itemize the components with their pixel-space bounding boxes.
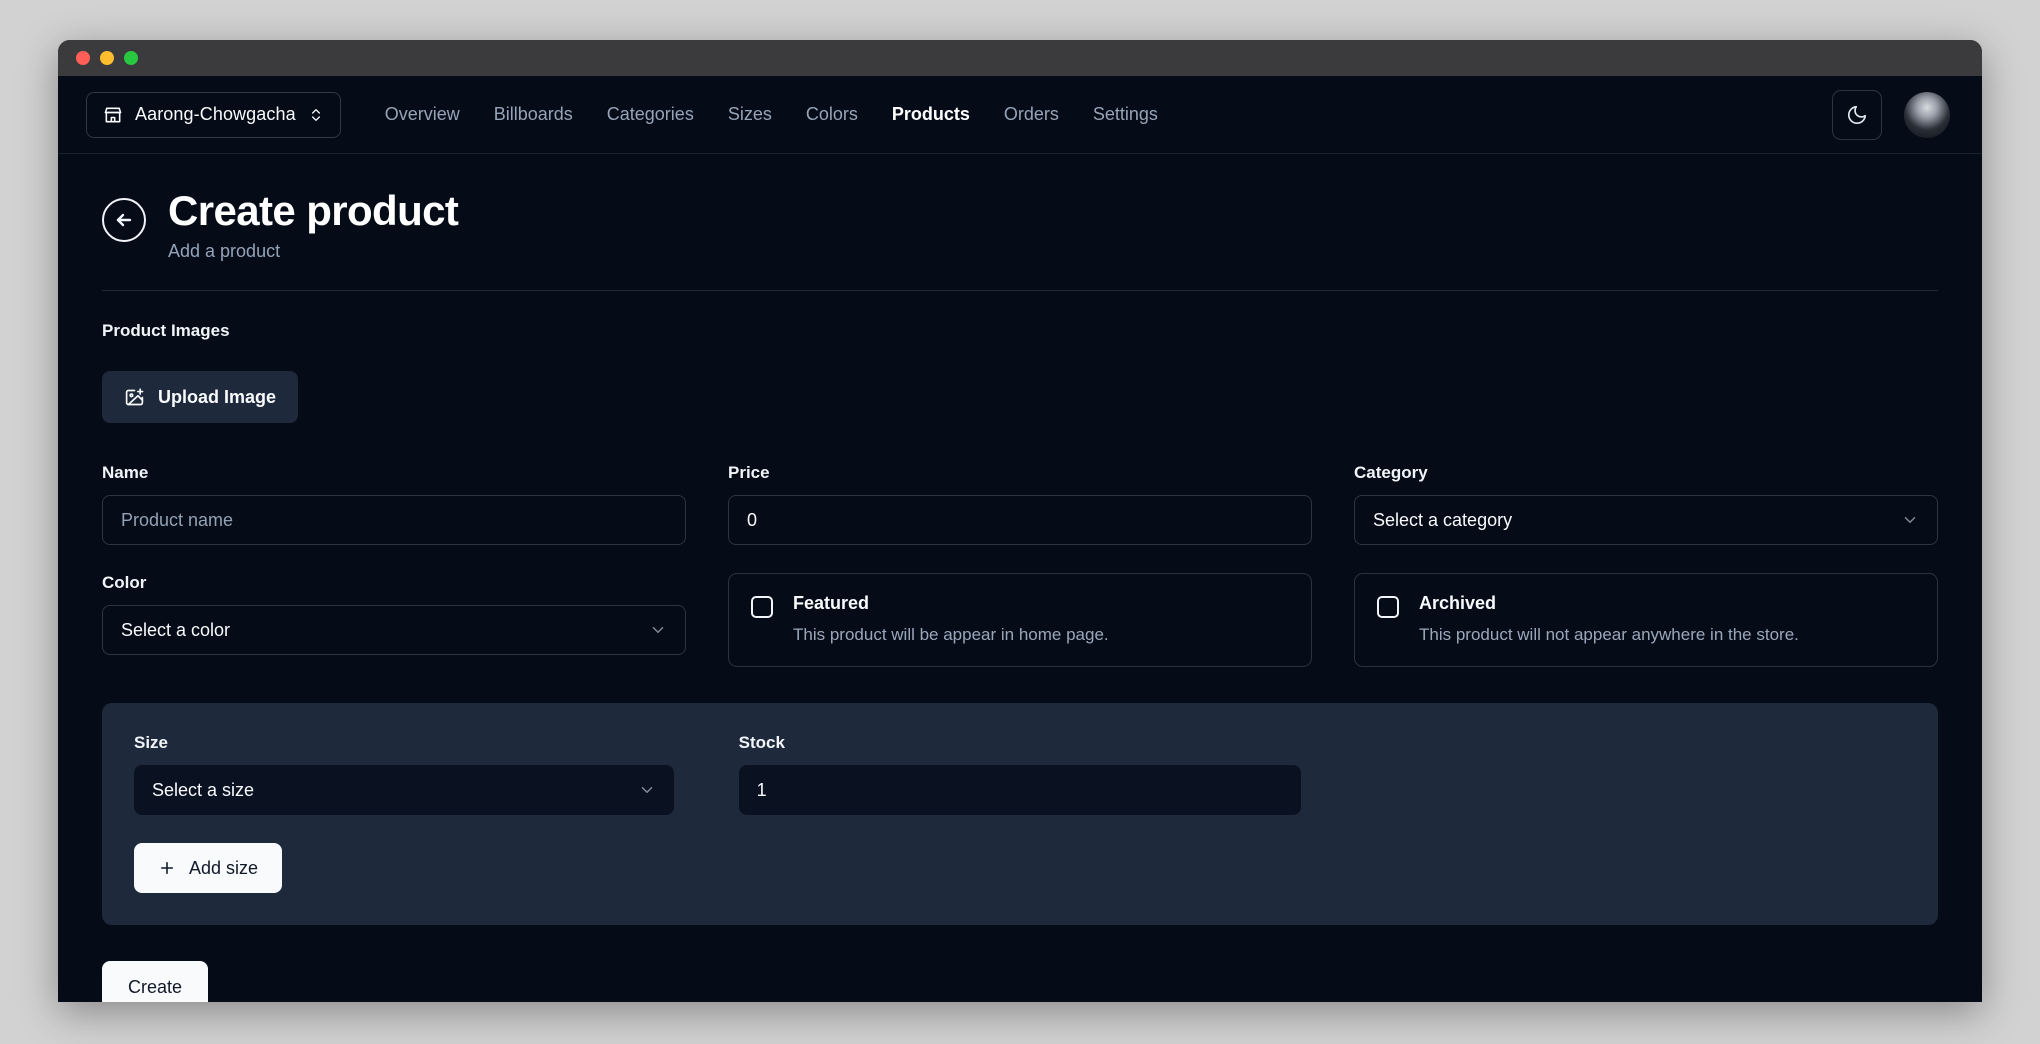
archived-title: Archived [1419, 593, 1497, 614]
window-minimize-button[interactable] [100, 51, 114, 65]
stock-label: Stock [738, 733, 785, 753]
back-button[interactable] [102, 198, 146, 242]
featured-description: This product will be appear in home page… [793, 625, 1109, 645]
size-label: Size [134, 733, 169, 753]
upload-image-label: Upload Image [158, 386, 277, 407]
featured-checkbox-card[interactable]: Featured This product will be appear in … [728, 573, 1312, 668]
page-title: Create product [168, 187, 459, 234]
page-header: Create product Add a product [102, 187, 1938, 292]
add-size-button[interactable]: Add size [134, 843, 283, 894]
nav-link-settings[interactable]: Settings [1093, 104, 1158, 125]
name-input[interactable] [102, 495, 686, 546]
window-zoom-button[interactable] [124, 51, 138, 65]
create-button[interactable]: Create [102, 961, 209, 1002]
field-name: Name [102, 463, 686, 546]
field-size: Size Select a size [134, 733, 697, 816]
nav-link-overview[interactable]: Overview [385, 104, 460, 125]
upload-image-button[interactable]: Upload Image [102, 371, 299, 424]
chevrons-up-down-icon [308, 107, 324, 123]
size-selected-value: Select a size [152, 779, 255, 800]
nav-link-categories[interactable]: Categories [607, 104, 694, 125]
store-icon [103, 105, 123, 125]
theme-toggle-button[interactable] [1832, 89, 1882, 140]
add-size-label: Add size [189, 857, 259, 878]
size-select[interactable]: Select a size [134, 765, 675, 816]
main-nav-links: Overview Billboards Categories Sizes Col… [385, 104, 1158, 125]
price-label: Price [728, 463, 770, 483]
nav-link-orders[interactable]: Orders [1004, 104, 1059, 125]
image-plus-icon [124, 387, 145, 408]
page-content: Create product Add a product Product Ima… [58, 154, 1982, 1002]
field-category: Category Select a category [1354, 463, 1938, 546]
arrow-left-icon [112, 208, 136, 232]
nav-link-colors[interactable]: Colors [806, 104, 858, 125]
store-switcher-label: Aarong-Chowgacha [135, 104, 296, 124]
stock-input[interactable] [738, 765, 1302, 816]
variants-panel: Size Select a size Stock 1 Add size [102, 703, 1938, 926]
variant-spacer [1343, 733, 1906, 815]
page-heading-group: Create product Add a product [168, 187, 459, 262]
chevron-down-icon [649, 621, 667, 639]
nav-link-sizes[interactable]: Sizes [728, 104, 772, 125]
price-input[interactable] [728, 495, 1312, 546]
featured-title: Featured [793, 593, 870, 614]
chevron-down-icon [638, 781, 656, 799]
store-switcher[interactable]: Aarong-Chowgacha [86, 91, 341, 138]
avatar[interactable] [1904, 91, 1950, 138]
nav-right-cluster [1832, 89, 1950, 140]
variant-row: Size Select a size Stock [134, 733, 1906, 816]
archived-description: This product will not appear anywhere in… [1419, 625, 1799, 645]
window-titlebar [58, 40, 1982, 76]
name-label: Name [102, 463, 149, 483]
color-selected-value: Select a color [121, 619, 231, 640]
featured-checkbox[interactable] [751, 596, 773, 619]
category-selected-value: Select a category [1373, 509, 1513, 530]
nav-link-products[interactable]: Products [892, 104, 970, 125]
archived-text-group: Archived This product will not appear an… [1419, 594, 1799, 645]
featured-text-group: Featured This product will be appear in … [793, 594, 1109, 645]
field-stock: Stock [738, 733, 1302, 816]
nav-link-billboards[interactable]: Billboards [494, 104, 573, 125]
field-color: Color Select a color [102, 573, 686, 667]
color-select[interactable]: Select a color [102, 605, 686, 656]
window-close-button[interactable] [76, 51, 90, 65]
product-images-label: Product Images [102, 321, 230, 341]
product-form-grid: Name Price Category Select a category [102, 463, 1938, 668]
field-price: Price [728, 463, 1312, 546]
category-label: Category [1354, 463, 1428, 483]
category-select[interactable]: Select a category [1354, 495, 1938, 546]
top-navigation-bar: Aarong-Chowgacha Overview Billboards Cat… [58, 76, 1982, 154]
archived-checkbox[interactable] [1377, 596, 1399, 619]
moon-icon [1846, 104, 1868, 126]
app-root: Aarong-Chowgacha Overview Billboards Cat… [58, 76, 1982, 1002]
page-subtitle: Add a product [168, 241, 281, 262]
color-label: Color [102, 573, 147, 593]
plus-icon [158, 859, 176, 877]
chevron-down-icon [1901, 511, 1919, 529]
browser-window: Aarong-Chowgacha Overview Billboards Cat… [58, 40, 1982, 1002]
archived-checkbox-card[interactable]: Archived This product will not appear an… [1354, 573, 1938, 668]
